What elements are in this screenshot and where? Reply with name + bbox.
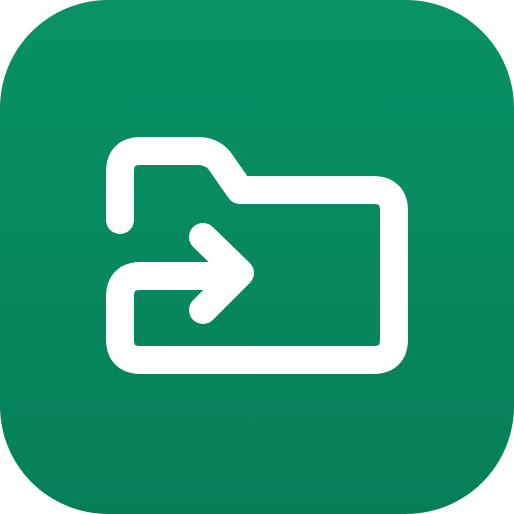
app-icon-tile[interactable]	[0, 0, 514, 514]
app-icon-stage	[0, 0, 514, 514]
folder-outline	[106, 137, 408, 374]
folder-move-icon	[106, 137, 408, 374]
